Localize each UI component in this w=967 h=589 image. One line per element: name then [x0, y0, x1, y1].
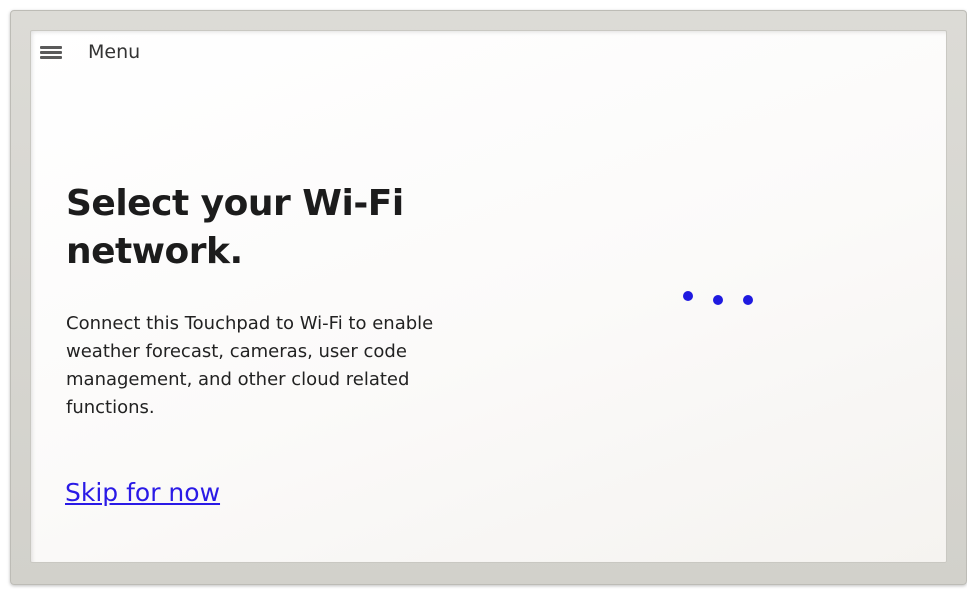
skip-for-now-link[interactable]: Skip for now — [65, 478, 220, 507]
loading-dot — [743, 295, 753, 305]
touchpad-screen: Menu Select your Wi-Fi network. Connect … — [30, 30, 947, 563]
loading-dot — [713, 295, 723, 305]
menu-button[interactable]: Menu — [40, 40, 140, 64]
loading-dot — [683, 291, 693, 301]
page-description: Connect this Touchpad to Wi-Fi to enable… — [66, 313, 434, 418]
menu-label[interactable]: Menu — [88, 41, 140, 63]
hamburger-menu-icon[interactable] — [40, 44, 66, 60]
loading-dots-icon — [680, 290, 760, 310]
page-title: Select your Wi-Fi network. — [66, 183, 404, 272]
